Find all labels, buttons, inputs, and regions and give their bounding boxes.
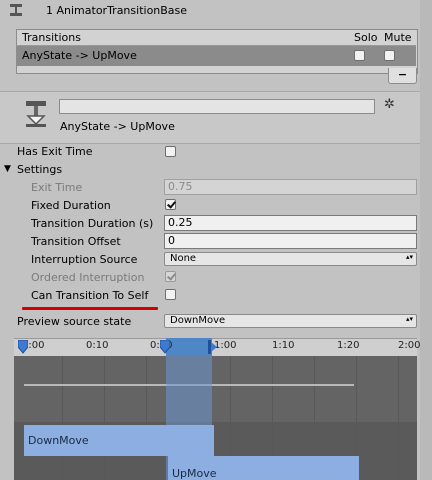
source-start-marker-icon[interactable] xyxy=(18,340,28,354)
timeline-tick-label: 1:00 xyxy=(214,340,237,351)
vertical-scrollbar[interactable] xyxy=(420,0,432,480)
preview-source-state-label: Preview source state xyxy=(17,315,132,328)
timeline-gridline xyxy=(62,356,63,480)
transition-name-input[interactable] xyxy=(59,99,375,114)
interruption-source-dropdown[interactable]: None ▴▾ xyxy=(164,252,417,266)
gear-icon[interactable]: ✲ xyxy=(384,97,395,112)
transitions-column-header: Transitions xyxy=(22,31,81,44)
can-transition-to-self-label: Can Transition To Self xyxy=(31,289,149,302)
highlight-underline xyxy=(22,307,158,310)
transition-row-name: AnyState -> UpMove xyxy=(22,49,137,62)
has-exit-time-checkbox[interactable] xyxy=(165,146,176,157)
mute-column-header: Mute xyxy=(384,31,412,44)
timeline-tick-label: 2:00 xyxy=(398,340,421,351)
interruption-source-label: Interruption Source xyxy=(31,253,138,266)
timeline-gridline xyxy=(104,356,105,480)
transition-overlap-header[interactable] xyxy=(166,338,212,356)
fixed-duration-label: Fixed Duration xyxy=(31,199,111,212)
exit-time-label: Exit Time xyxy=(31,181,83,194)
timeline-gridline xyxy=(146,356,147,480)
preview-source-state-value: DownMove xyxy=(170,315,226,326)
destination-state-label: UpMove xyxy=(172,467,217,480)
dropdown-arrow-icon: ▴▾ xyxy=(405,315,413,323)
has-exit-time-label: Has Exit Time xyxy=(17,145,93,158)
transition-offset-field[interactable]: 0 xyxy=(164,233,417,249)
mute-checkbox[interactable] xyxy=(384,50,395,61)
timeline-tick-label: 0:10 xyxy=(86,340,109,351)
timeline-tick-label: 1:20 xyxy=(337,340,360,351)
settings-foldout-icon[interactable]: ▼ xyxy=(4,164,11,174)
ordered-interruption-label: Ordered Interruption xyxy=(31,271,145,284)
transition-icon xyxy=(10,4,22,16)
timeline-tick-label: 1:10 xyxy=(272,340,295,351)
preview-source-state-dropdown[interactable]: DownMove ▴▾ xyxy=(164,314,417,328)
timeline-gridline xyxy=(398,356,399,480)
dropdown-arrow-icon: ▴▾ xyxy=(405,253,413,261)
settings-foldout-label[interactable]: Settings xyxy=(17,163,62,176)
ordered-interruption-checkbox xyxy=(165,271,176,282)
can-transition-to-self-checkbox[interactable] xyxy=(165,289,176,300)
fixed-duration-checkbox[interactable] xyxy=(165,199,176,210)
interruption-source-value: None xyxy=(170,253,197,264)
transition-duration-field[interactable]: 0.25 xyxy=(164,215,417,231)
transition-duration-label: Transition Duration (s) xyxy=(31,217,154,230)
transition-end-marker-icon[interactable] xyxy=(207,340,217,354)
transition-object-icon xyxy=(26,101,46,127)
transition-offset-label: Transition Offset xyxy=(31,235,121,248)
transition-start-marker-icon[interactable] xyxy=(160,340,170,354)
remove-transition-button[interactable]: − xyxy=(388,68,417,84)
inspector-title: 1 AnimatorTransitionBase xyxy=(46,4,188,17)
solo-checkbox[interactable] xyxy=(354,50,365,61)
source-state-label: DownMove xyxy=(28,434,89,447)
exit-time-field: 0.75 xyxy=(164,179,417,195)
transition-subtitle: AnyState -> UpMove xyxy=(60,120,175,133)
solo-column-header: Solo xyxy=(354,31,378,44)
